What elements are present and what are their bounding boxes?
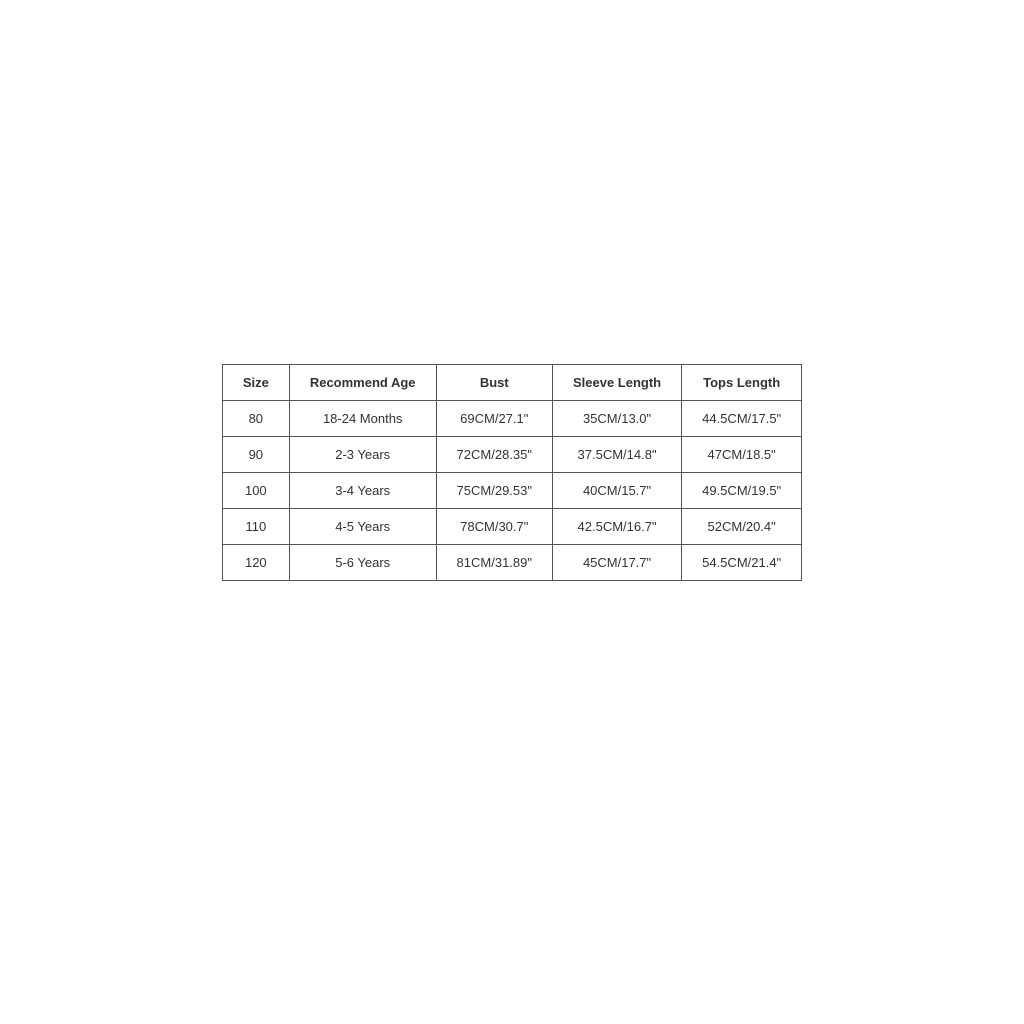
cell-age: 2-3 Years: [289, 436, 436, 472]
cell-bust: 72CM/28.35": [436, 436, 552, 472]
cell-bust: 78CM/30.7": [436, 508, 552, 544]
table-row: 8018-24 Months69CM/27.1"35CM/13.0"44.5CM…: [222, 400, 801, 436]
cell-age: 3-4 Years: [289, 472, 436, 508]
cell-age: 18-24 Months: [289, 400, 436, 436]
table-header-row: Size Recommend Age Bust Sleeve Length To…: [222, 364, 801, 400]
cell-size: 90: [222, 436, 289, 472]
cell-sleeve: 45CM/17.7": [552, 544, 681, 580]
cell-age: 5-6 Years: [289, 544, 436, 580]
col-header-tops: Tops Length: [682, 364, 802, 400]
col-header-age: Recommend Age: [289, 364, 436, 400]
cell-tops: 49.5CM/19.5": [682, 472, 802, 508]
col-header-size: Size: [222, 364, 289, 400]
cell-sleeve: 35CM/13.0": [552, 400, 681, 436]
cell-sleeve: 40CM/15.7": [552, 472, 681, 508]
cell-size: 110: [222, 508, 289, 544]
cell-age: 4-5 Years: [289, 508, 436, 544]
size-chart-table: Size Recommend Age Bust Sleeve Length To…: [222, 364, 802, 581]
col-header-sleeve: Sleeve Length: [552, 364, 681, 400]
table-row: 1205-6 Years81CM/31.89"45CM/17.7"54.5CM/…: [222, 544, 801, 580]
cell-tops: 54.5CM/21.4": [682, 544, 802, 580]
cell-bust: 69CM/27.1": [436, 400, 552, 436]
cell-tops: 44.5CM/17.5": [682, 400, 802, 436]
cell-size: 120: [222, 544, 289, 580]
table-row: 902-3 Years72CM/28.35"37.5CM/14.8"47CM/1…: [222, 436, 801, 472]
table-row: 1104-5 Years78CM/30.7"42.5CM/16.7"52CM/2…: [222, 508, 801, 544]
cell-bust: 81CM/31.89": [436, 544, 552, 580]
cell-size: 100: [222, 472, 289, 508]
size-chart-container: Size Recommend Age Bust Sleeve Length To…: [222, 364, 802, 581]
cell-tops: 47CM/18.5": [682, 436, 802, 472]
cell-sleeve: 37.5CM/14.8": [552, 436, 681, 472]
table-row: 1003-4 Years75CM/29.53"40CM/15.7"49.5CM/…: [222, 472, 801, 508]
cell-tops: 52CM/20.4": [682, 508, 802, 544]
cell-bust: 75CM/29.53": [436, 472, 552, 508]
cell-sleeve: 42.5CM/16.7": [552, 508, 681, 544]
col-header-bust: Bust: [436, 364, 552, 400]
cell-size: 80: [222, 400, 289, 436]
